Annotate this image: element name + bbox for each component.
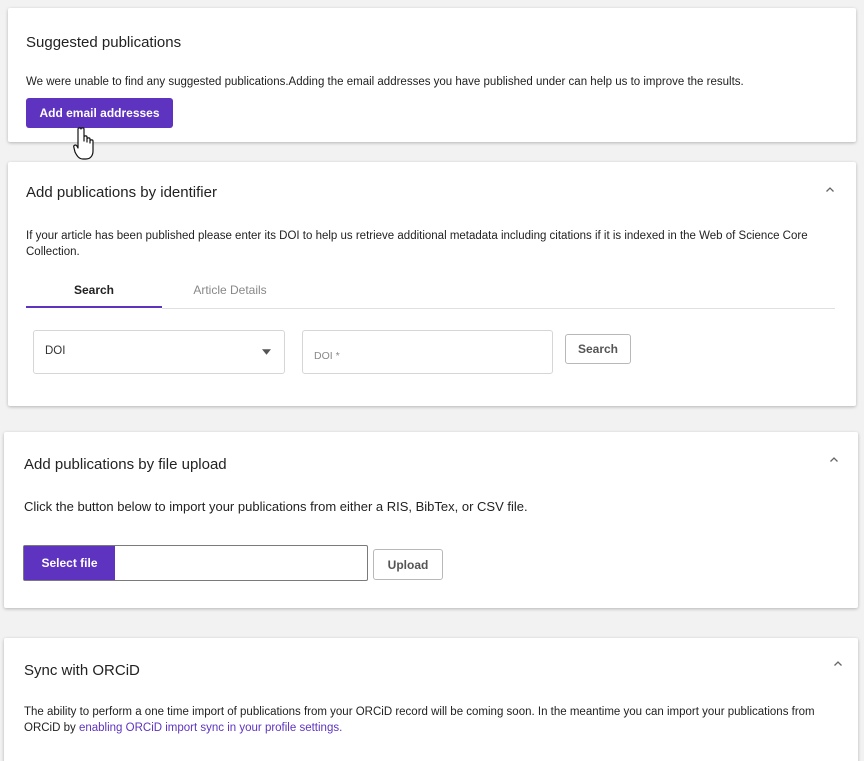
identifier-card: Add publications by identifier If your a…: [8, 162, 856, 406]
search-button[interactable]: Search: [565, 334, 631, 364]
add-email-addresses-button[interactable]: Add email addresses: [26, 98, 173, 128]
tabs-divider: [162, 308, 835, 309]
suggested-publications-card: Suggested publications We were unable to…: [8, 8, 856, 142]
identifier-title: Add publications by identifier: [26, 184, 217, 201]
identifier-type-value: DOI: [45, 345, 66, 357]
file-upload-description: Click the button below to import your pu…: [24, 499, 528, 514]
chevron-up-icon[interactable]: [827, 453, 841, 467]
tab-article-details[interactable]: Article Details: [162, 283, 298, 297]
orcid-profile-settings-link[interactable]: enabling ORCiD import sync in your profi…: [79, 722, 342, 734]
select-file-button[interactable]: Select file: [24, 546, 115, 580]
doi-input[interactable]: DOI *: [302, 330, 553, 374]
file-upload-card: Add publications by file upload Click th…: [4, 432, 858, 608]
orcid-card: Sync with ORCiD The ability to perform a…: [4, 638, 858, 761]
suggested-publications-description: We were unable to find any suggested pub…: [26, 76, 744, 88]
chevron-up-icon[interactable]: [831, 657, 845, 671]
caret-down-icon: [262, 349, 271, 355]
tab-search[interactable]: Search: [26, 283, 162, 297]
identifier-description: If your article has been published pleas…: [26, 230, 808, 258]
doi-input-placeholder: DOI *: [314, 350, 340, 362]
suggested-publications-title: Suggested publications: [26, 34, 182, 51]
page: Suggested publications We were unable to…: [0, 0, 864, 761]
chevron-up-icon[interactable]: [823, 183, 837, 197]
orcid-description: The ability to perform a one time import…: [24, 704, 836, 736]
file-upload-title: Add publications by file upload: [24, 456, 227, 473]
orcid-title: Sync with ORCiD: [24, 662, 140, 679]
upload-button[interactable]: Upload: [373, 549, 443, 580]
hand-pointer-icon: [73, 127, 94, 160]
tab-active-indicator: [26, 306, 162, 308]
file-picker[interactable]: Select file: [23, 545, 368, 581]
identifier-type-select[interactable]: DOI: [33, 330, 285, 374]
